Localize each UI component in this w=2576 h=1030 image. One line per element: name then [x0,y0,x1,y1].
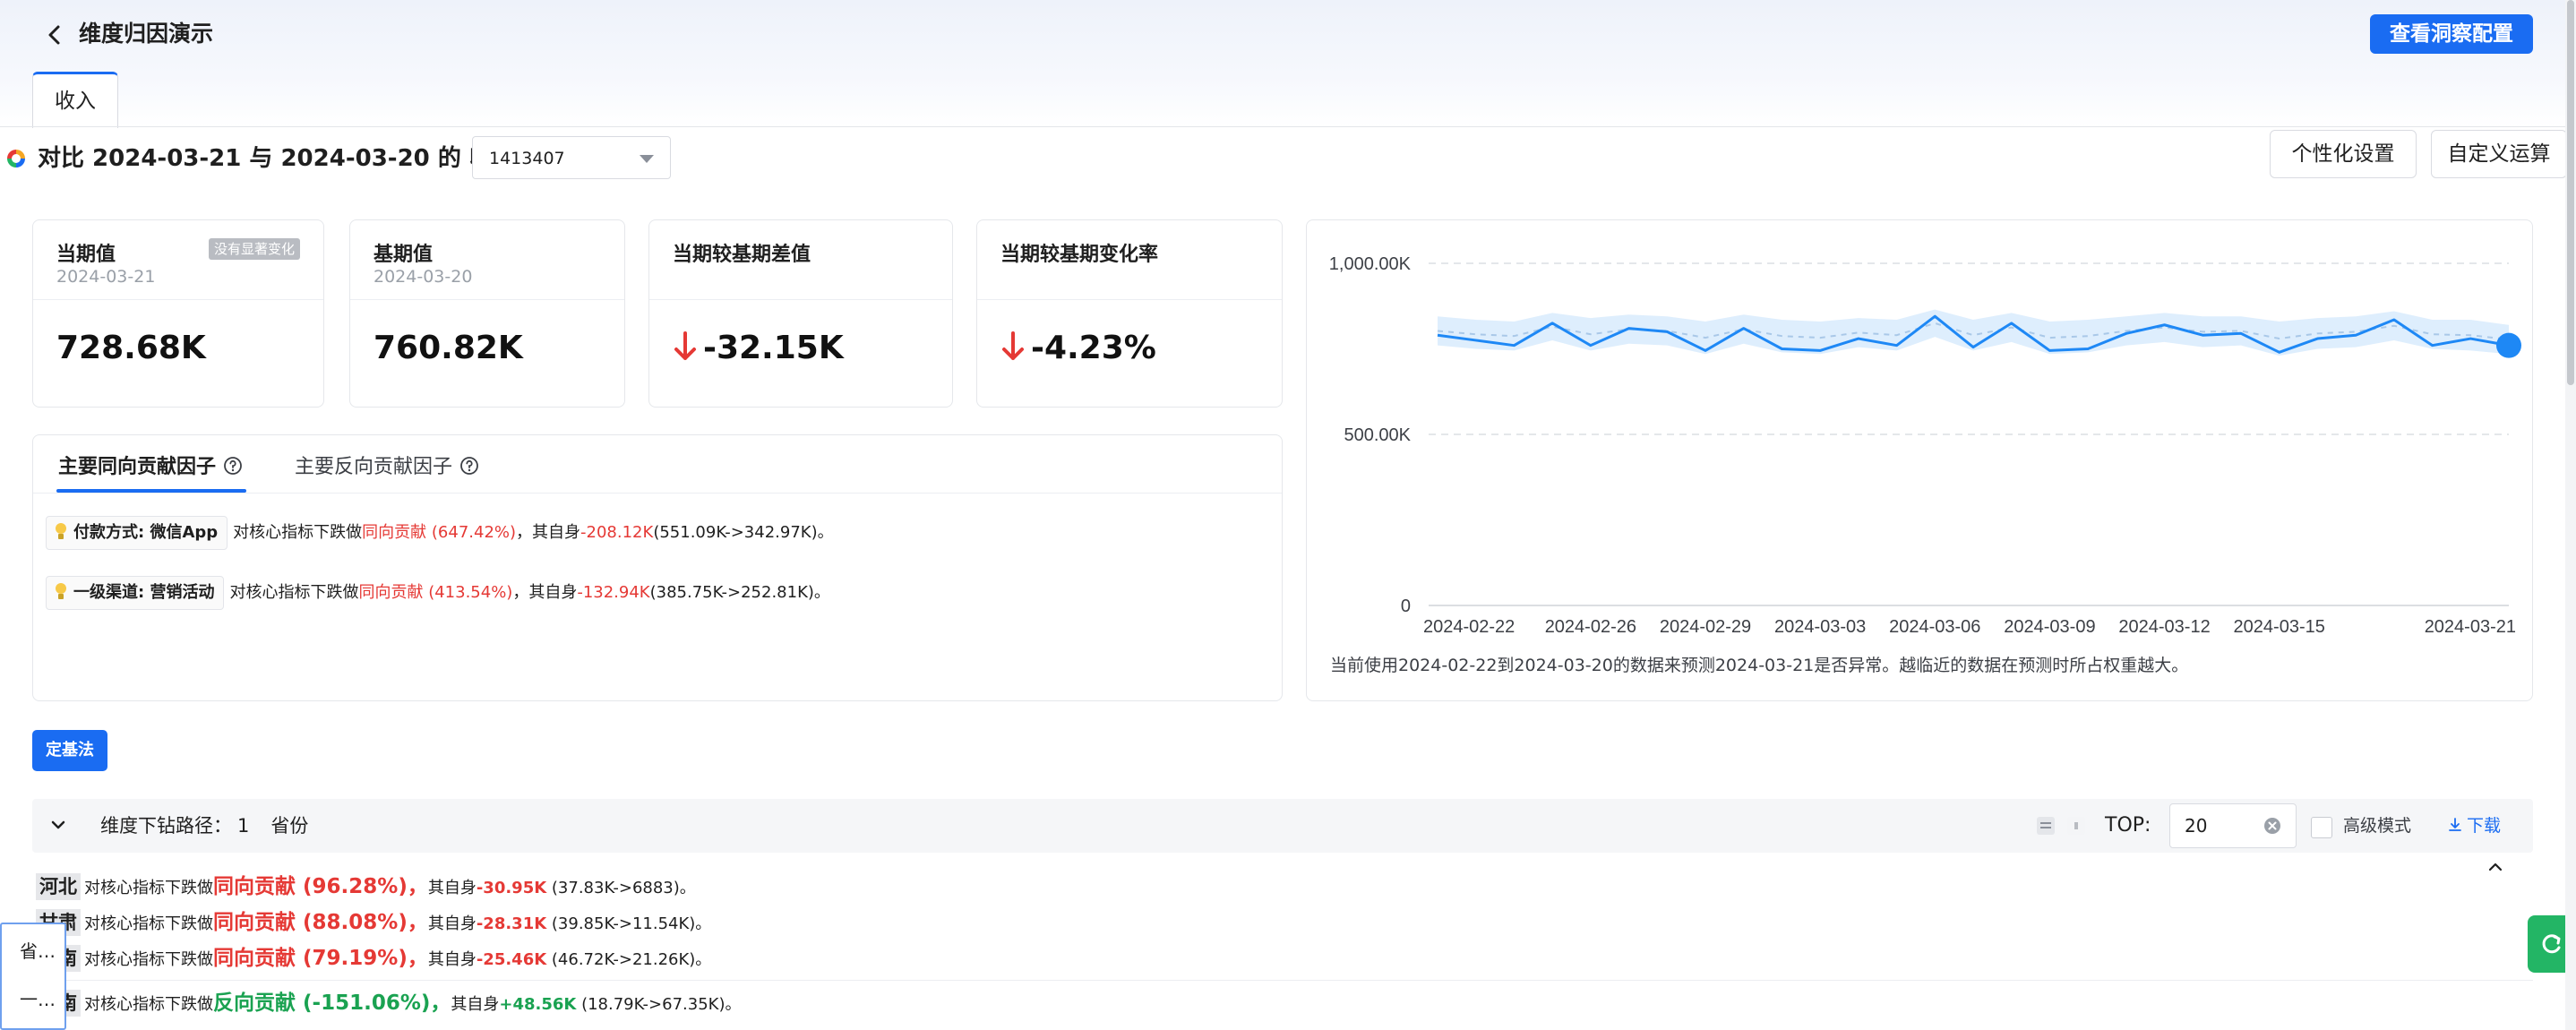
x-tick-label: 2024-03-03 [1774,617,1866,637]
metric-label: 当期较基期变化率 [1000,244,1159,266]
metric-label: 基期值 [374,244,434,266]
trend-chart-card: 1,000.00K 500.00K 0 2024-02-22 2024-02-26 202… [1306,219,2533,701]
tab-label: 主要同向贡献因子 [58,456,217,478]
help-icon[interactable] [223,456,243,476]
fixed-base-method-button[interactable]: 定基法 [32,730,107,771]
factor-row: 付款方式: 微信App 对核心指标下跌做同向贡献 (647.42%)，其自身-20… [46,516,834,550]
lightbulb-icon [56,523,66,539]
metric-date: 2024-03-20 [374,267,473,287]
drill-row[interactable]: 甘肃对核心指标下跌做同向贡献 (88.08%)，其自身-28.31K (39.8… [36,905,711,942]
table-view-icon[interactable] [2035,813,2057,838]
metric-label: 当期较基期差值 [673,244,811,266]
trend-chart: 1,000.00K 500.00K 0 2024-02-22 2024-02-26 202… [1329,254,2521,637]
custom-calc-button[interactable]: 自定义运算 [2431,130,2567,178]
province-tag: 河北 [36,873,81,900]
metric-value: 728.68K [56,330,206,366]
page-title: 维度归因演示 [79,21,214,47]
metric-date: 2024-03-21 [56,267,156,287]
metric-card-base: 基期值 2024-03-20 760.82K [349,219,625,408]
tab-positive-factors[interactable]: 主要同向贡献因子 [58,450,243,485]
product-logo-icon [7,150,25,167]
factor-tag[interactable]: 一级渠道: 营销活动 [46,576,225,610]
page-header [0,0,2576,127]
y-tick-label: 1,000.00K [1329,254,1412,274]
view-insight-config-button[interactable]: 查看洞察配置 [2370,14,2533,54]
top-n-input[interactable]: 20 [2169,803,2297,848]
x-tick-label: 2024-02-29 [1660,617,1751,637]
metric-value: -4.23% [1031,330,1156,366]
chart-note: 当前使用2024-02-22到2024-03-20的数据来预测2024-03-2… [1330,656,2189,675]
column-view-icon[interactable] [2065,813,2087,838]
current-point [2496,332,2521,358]
advanced-mode-checkbox[interactable] [2311,817,2332,838]
lightbulb-icon [56,583,66,599]
factor-panel: 主要同向贡献因子 主要反向贡献因子 付款方式: 微信App 对核心指标下跌做同向贡… [32,434,1283,701]
metric-label: 当期值 [56,244,116,266]
x-tick-label: 2024-03-21 [2425,617,2516,637]
tab-label: 主要反向贡献因子 [295,456,453,478]
y-tick-label: 0 [1401,597,1411,616]
popup-item[interactable]: 省… [20,937,56,963]
metric-value: 760.82K [374,330,523,366]
id-select[interactable]: 1413407 [472,136,671,179]
scrollbar-thumb[interactable] [2567,0,2574,385]
factor-tag[interactable]: 付款方式: 微信App [46,516,228,550]
id-select-value: 1413407 [489,149,565,168]
caret-down-icon [640,155,654,163]
dimension-popup: 省… 一… [0,923,66,1030]
metric-card-rate: 当期较基期变化率 -4.23% [976,219,1283,408]
tab-negative-factors[interactable]: 主要反向贡献因子 [295,450,479,485]
clear-icon[interactable] [2263,817,2281,835]
drill-path-bar: 维度下钻路径： 1 省份 TOP: 20 高级模式 下载 [32,799,2533,853]
x-tick-label: 2024-03-15 [2234,617,2325,637]
arrow-down-icon [674,331,696,360]
tab-revenue[interactable]: 收入 [32,72,118,128]
chevron-down-icon[interactable] [48,815,68,835]
chevron-up-icon[interactable] [2485,856,2506,878]
x-tick-label: 2024-02-22 [1423,617,1515,637]
personalize-settings-button[interactable]: 个性化设置 [2270,130,2417,178]
popup-item[interactable]: 一… [20,985,56,1011]
tab-divider [0,126,2576,127]
factor-row: 一级渠道: 营销活动 对核心指标下跌做同向贡献 (413.54%)，其自身-132… [46,576,830,610]
drill-row[interactable]: 河北 对核心指标下跌做同向贡献 (96.28%)，其自身-30.95K (37.8… [36,869,696,906]
advanced-mode-label: 高级模式 [2343,816,2412,836]
metric-value: -32.15K [703,330,844,366]
help-icon[interactable] [459,456,479,476]
x-tick-label: 2024-02-26 [1545,617,1636,637]
download-link[interactable]: 下载 [2447,799,2501,853]
x-tick-label: 2024-03-09 [2004,617,2095,637]
x-tick-label: 2024-03-12 [2118,617,2210,637]
x-tick-label: 2024-03-06 [1889,617,1980,637]
metric-card-diff: 当期较基期差值 -32.15K [648,219,953,408]
download-icon [2449,818,2461,831]
drill-dimension[interactable]: 省份 [270,815,308,837]
compare-title: 对比 2024-03-21 与 2024-03-20 的 收入 [38,145,516,172]
drill-row[interactable]: 云南对核心指标下跌做反向贡献 (-151.06%)，其自身+48.56K (18… [36,985,741,1023]
arrow-down-icon [1002,331,1024,360]
back-arrow-icon[interactable] [39,20,70,50]
drill-path: 维度下钻路径： 1 省份 [100,815,309,837]
status-badge: 没有显著变化 [208,238,300,260]
metric-card-current: 当期值 没有显著变化 2024-03-21 728.68K [32,219,324,408]
top-label: TOP: [2105,814,2151,837]
y-tick-label: 500.00K [1344,425,1411,445]
drill-row[interactable]: 河南对核心指标下跌做同向贡献 (79.19%)，其自身-25.46K (46.7… [36,940,711,978]
